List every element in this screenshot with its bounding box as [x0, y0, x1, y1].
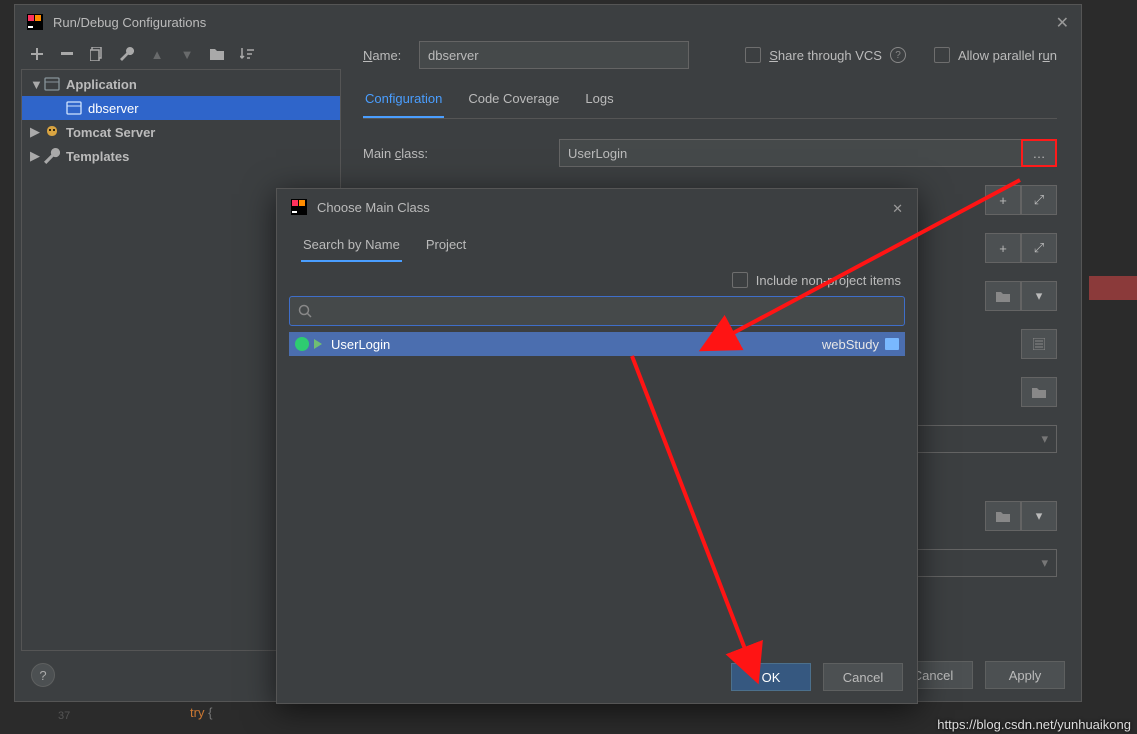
move-up-icon[interactable]: ▲	[149, 46, 165, 62]
tab-project[interactable]: Project	[424, 237, 468, 262]
folder-save-icon[interactable]	[209, 46, 225, 62]
application-icon	[44, 76, 60, 92]
close-icon[interactable]: ✕	[892, 201, 903, 217]
apply-button[interactable]: Apply	[985, 661, 1065, 689]
main-class-field[interactable]: UserLogin	[559, 139, 1022, 167]
expand-icon[interactable]: ⤢	[1021, 233, 1057, 263]
application-icon	[66, 100, 82, 116]
add-icon-button[interactable]: +	[985, 233, 1021, 263]
copy-icon[interactable]	[89, 46, 105, 62]
tab-code-coverage[interactable]: Code Coverage	[466, 91, 561, 118]
share-label: Share through VCS	[769, 48, 882, 63]
expand-icon[interactable]: ⤢	[1021, 185, 1057, 215]
watermark: https://blog.csdn.net/yunhuaikong	[937, 717, 1131, 732]
class-icon	[295, 337, 309, 351]
wrench-icon[interactable]	[119, 46, 135, 62]
include-nonproject-checkbox[interactable]	[732, 272, 748, 288]
list-icon[interactable]	[1021, 329, 1057, 359]
add-icon[interactable]	[29, 46, 45, 62]
allow-parallel-label: Allow parallel run	[958, 48, 1057, 63]
tree-tomcat[interactable]: ▶ Tomcat Server	[22, 120, 340, 144]
folder-icon	[885, 338, 899, 350]
wrench-icon	[44, 148, 60, 164]
name-label: Name:	[363, 48, 419, 63]
chevron-down-icon[interactable]: ▾	[1021, 281, 1057, 311]
tomcat-icon	[44, 124, 60, 140]
folder-open-icon[interactable]	[985, 281, 1021, 311]
tab-configuration[interactable]: Configuration	[363, 91, 444, 118]
tree-application[interactable]: ▼ Application	[22, 72, 340, 96]
tree-dbserver[interactable]: dbserver	[22, 96, 340, 120]
remove-icon[interactable]	[59, 46, 75, 62]
result-userlogin[interactable]: UserLogin webStudy	[289, 332, 905, 356]
folder-open-icon[interactable]	[1021, 377, 1057, 407]
share-checkbox[interactable]	[745, 47, 761, 63]
help-button[interactable]: ?	[31, 663, 55, 687]
tab-logs[interactable]: Logs	[583, 91, 615, 118]
line-number: 37	[58, 710, 70, 722]
intellij-icon	[291, 199, 307, 215]
main-class-label: Main class:	[363, 146, 559, 161]
move-down-icon[interactable]: ▼	[179, 46, 195, 62]
ok-button[interactable]: OK	[731, 663, 811, 691]
name-input[interactable]	[419, 41, 689, 69]
help-icon[interactable]: ?	[890, 47, 906, 63]
intellij-icon	[27, 14, 43, 30]
tab-search-by-name[interactable]: Search by Name	[301, 237, 402, 262]
search-input[interactable]	[289, 296, 905, 326]
browse-main-class-button[interactable]: …	[1021, 139, 1057, 167]
cancel-button[interactable]: Cancel	[823, 663, 903, 691]
tree-templates[interactable]: ▶ Templates	[22, 144, 340, 168]
include-nonproject-label: Include non-project items	[756, 273, 901, 288]
close-icon[interactable]: ✕	[1056, 13, 1069, 33]
folder-open-icon[interactable]	[985, 501, 1021, 531]
inner-dialog-title: Choose Main Class	[317, 200, 430, 215]
sort-icon[interactable]	[239, 46, 255, 62]
allow-parallel-checkbox[interactable]	[934, 47, 950, 63]
add-icon-button[interactable]: +	[985, 185, 1021, 215]
runnable-icon	[313, 339, 323, 349]
chevron-down-icon[interactable]: ▾	[1021, 501, 1057, 531]
search-icon	[298, 304, 312, 318]
choose-main-class-dialog: Choose Main Class ✕ Search by Name Proje…	[276, 188, 918, 704]
dialog-title: Run/Debug Configurations	[53, 15, 206, 30]
